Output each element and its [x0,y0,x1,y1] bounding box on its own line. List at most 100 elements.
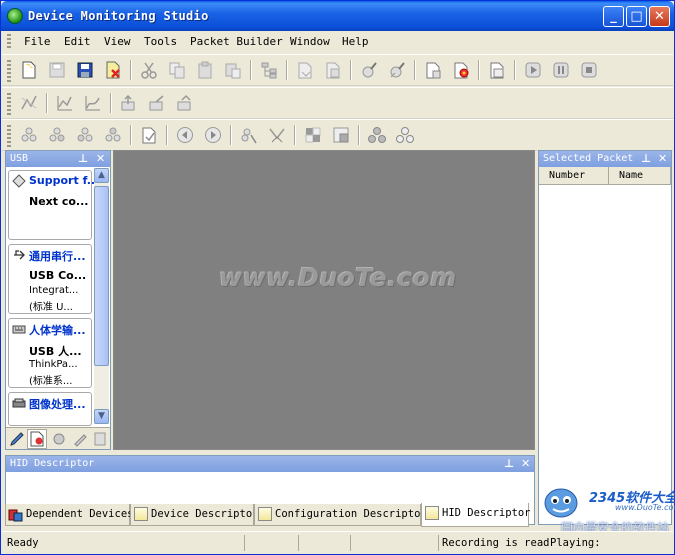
device-line: (标准 U... [29,302,73,313]
device-line: Next co... [29,195,89,208]
mascot-icon [544,488,578,518]
menu-edit[interactable]: Edit [64,35,91,48]
line-graph-icon[interactable] [54,92,76,114]
import-icon[interactable] [294,59,316,81]
sort-icon[interactable] [266,124,288,146]
menu-window[interactable]: Window [290,35,330,48]
device-card[interactable]: Support f... Next co... [8,170,99,240]
pin-icon[interactable]: ⊥ [78,151,88,167]
paste-icon[interactable] [194,59,216,81]
menu-view[interactable]: View [104,35,131,48]
usb-device-pane: USB ⊥ ✕ Support f... Next co... 通用串行... … [5,150,111,450]
session-window-icon[interactable] [486,59,508,81]
device-line: USB Co... [29,269,87,282]
tab-device-descriptor[interactable]: Device Descriptor [130,504,258,526]
pen-tab-icon[interactable] [9,431,25,447]
pane-close-icon[interactable]: ✕ [658,151,667,167]
column-header-number[interactable]: Number [539,167,609,185]
paste-special-icon[interactable] [222,59,244,81]
export-up-icon[interactable] [118,92,140,114]
document-edit-icon[interactable] [138,124,160,146]
copy-icon[interactable] [166,59,188,81]
menu-help[interactable]: Help [342,35,369,48]
pin-icon[interactable]: ⊥ [504,456,514,472]
back-icon[interactable] [174,124,196,146]
document-tab-icon[interactable] [29,431,45,447]
device-title: 人体学输... [29,324,86,337]
scroll-up-icon[interactable]: ▲ [94,168,109,183]
forward-icon[interactable] [202,124,224,146]
selected-packet-title: Selected Packet [543,153,634,164]
filter-icon[interactable] [238,124,260,146]
play-icon[interactable] [522,59,544,81]
nodes-icon[interactable] [366,124,388,146]
tab-configuration-descriptor[interactable]: Configuration Descriptor [254,504,427,526]
split-graph-icon[interactable] [18,92,40,114]
close-button[interactable]: ✕ [649,6,670,27]
cluster-icon[interactable] [18,124,40,146]
pause-icon[interactable] [550,59,572,81]
new-session-icon[interactable] [422,59,444,81]
selected-packet-pane: Selected Packet ⊥ ✕ Number Name [538,150,672,525]
scroll-down-icon[interactable]: ▼ [94,409,109,424]
status-cell [350,535,436,551]
pane-close-icon[interactable]: ✕ [96,151,105,167]
menu-file[interactable]: File [24,35,51,48]
cluster-remove-icon[interactable] [102,124,124,146]
tab-overflow-icon[interactable] [93,431,107,447]
usb-pane-tab-strip [6,427,110,449]
export-right-icon[interactable] [146,92,168,114]
layout-icon[interactable] [330,124,352,146]
delete-document-icon[interactable] [102,59,124,81]
device-line: USB 人... [29,345,82,358]
toolbar-navigation [2,119,673,151]
tab-dependent-devices[interactable]: Dependent Devices [5,504,133,526]
save-icon[interactable] [74,59,96,81]
logo-url: www.DuoTe.com [615,503,675,512]
probe-remove-icon[interactable] [386,59,408,81]
grid-icon[interactable] [302,124,324,146]
status-ready: Ready [7,537,39,549]
column-header-name[interactable]: Name [609,167,671,185]
nodes-outline-icon[interactable] [394,124,416,146]
devices-tab-icon [8,509,23,522]
tree-view-icon[interactable] [258,59,280,81]
new-document-icon[interactable] [18,59,40,81]
pane-close-icon[interactable]: ✕ [521,456,530,472]
toolbar-separator [358,125,360,145]
scroll-thumb[interactable] [94,186,109,366]
stop-icon[interactable] [578,59,600,81]
gear-tab-icon[interactable] [51,431,67,447]
new-session-color-icon[interactable] [450,59,472,81]
device-card[interactable]: 人体学输... USB 人... ThinkPa... (标准系... [8,318,92,388]
device-card[interactable]: 通用串行... USB Co... Integrat... (标准 U... [8,244,92,314]
curve-graph-icon[interactable] [82,92,104,114]
cluster-add-icon[interactable] [74,124,96,146]
descriptor-tab-icon [425,506,439,520]
descriptor-tab-icon [258,507,272,521]
export-icon[interactable] [322,59,344,81]
toolbar-separator [250,60,252,80]
tab-hid-descriptor[interactable]: HID Descriptor [421,503,531,527]
cut-icon[interactable] [138,59,160,81]
title-bar[interactable]: Device Monitoring Studio _ □ ✕ [1,1,674,31]
save-disabled-icon[interactable] [46,59,68,81]
hid-descriptor-header: HID Descriptor ⊥ ✕ [6,456,534,472]
cluster-alt-icon[interactable] [46,124,68,146]
pin-icon[interactable]: ⊥ [641,151,651,167]
toolbar-separator [294,125,296,145]
device-card[interactable]: 图像处理... [8,392,92,426]
device-line: ThinkPa... [29,359,78,370]
probe-icon[interactable] [358,59,380,81]
minimize-button[interactable]: _ [603,6,624,27]
export-tray-icon[interactable] [174,92,196,114]
device-line: (标准系... [29,376,73,387]
menu-tools[interactable]: Tools [144,35,177,48]
menu-packet-builder[interactable]: Packet Builder [190,35,283,48]
toolbar-main [2,54,673,86]
probe-tab-icon[interactable] [72,431,88,447]
maximize-button[interactable]: □ [626,6,647,27]
usb-icon [14,250,25,260]
app-logo-icon [7,8,23,24]
device-list-scrollbar[interactable]: ▲ ▼ [94,168,109,424]
